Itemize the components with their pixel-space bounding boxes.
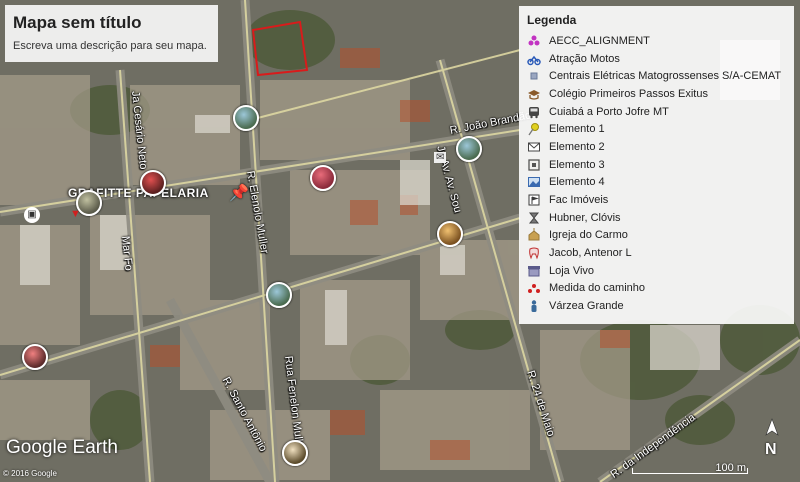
north-arrow[interactable]: N (761, 417, 783, 461)
legend-heading: Legenda (527, 13, 577, 27)
legend-item[interactable]: Hubner, Clóvis (527, 209, 781, 227)
path-dots-icon (527, 281, 541, 295)
motorcycle-icon (527, 52, 541, 66)
tooth-icon[interactable]: ▼ (70, 208, 81, 220)
pushpin-icon (527, 122, 541, 136)
legend-item[interactable]: Fac Imóveis (527, 191, 781, 209)
graduation-icon (527, 87, 541, 101)
legend-item[interactable]: Cuiabá a Porto Jofre MT (527, 103, 781, 121)
person-icon (527, 299, 541, 313)
photo-marker-icon[interactable] (437, 221, 463, 247)
flag-square-icon (527, 193, 541, 207)
picture-icon (527, 175, 541, 189)
scale-bar: 100 m (632, 462, 750, 474)
legend-item-label: Fac Imóveis (549, 194, 609, 207)
legend-item-label: AECC_ALIGNMENT (549, 34, 650, 47)
dots-cluster-icon (527, 34, 541, 48)
google-earth-logo: Google Earth (6, 437, 118, 458)
legend-item-label: Jacob, Antenor L (549, 247, 632, 260)
legend-item-label: Várzea Grande (549, 300, 624, 313)
photo-marker-icon[interactable] (282, 440, 308, 466)
legend-item[interactable]: Elemento 2 (527, 138, 781, 156)
legend-item[interactable]: Medida do caminho (527, 280, 781, 298)
tooth-icon (527, 246, 541, 260)
photo-marker-icon[interactable] (233, 105, 259, 131)
photo-marker-icon[interactable] (310, 165, 336, 191)
square-dot-icon (527, 69, 541, 83)
photo-marker-icon[interactable] (456, 136, 482, 162)
legend-item-label: Elemento 4 (549, 176, 605, 189)
map-title-panel[interactable]: Mapa sem título Escreva uma descrição pa… (5, 5, 218, 62)
legend-item[interactable]: Elemento 1 (527, 120, 781, 138)
legend-item[interactable]: Igreja do Carmo (527, 227, 781, 245)
legend-item-label: Medida do caminho (549, 282, 646, 295)
legend-item[interactable]: Elemento 3 (527, 156, 781, 174)
legend-item-label: Centrais Elétricas Matogrossenses S/A-CE… (549, 70, 782, 83)
legend-item-label: Elemento 3 (549, 158, 605, 171)
legend-item[interactable]: Atração Motos (527, 50, 781, 68)
legend-item[interactable]: Centrais Elétricas Matogrossenses S/A-CE… (527, 67, 781, 85)
legend-item[interactable]: Elemento 4 (527, 174, 781, 192)
envelope-icon[interactable]: ✉ (434, 152, 447, 163)
north-label: N (765, 441, 777, 458)
legend-item[interactable]: AECC_ALIGNMENT (527, 32, 781, 50)
bus-icon (527, 105, 541, 119)
legend-item-label: Igreja do Carmo (549, 229, 628, 242)
legend-item-label: Atração Motos (549, 52, 620, 65)
square-target-icon (527, 158, 541, 172)
legend-item-label: Elemento 1 (549, 123, 605, 136)
map-title[interactable]: Mapa sem título (13, 13, 141, 33)
legend-panel: Legenda AECC_ALIGNMENT Atração Motos Cen… (519, 6, 794, 324)
legend-item-label: Colégio Primeiros Passos Exitus (549, 87, 708, 100)
bus-icon[interactable]: ▣ (24, 207, 40, 223)
shop-icon (527, 264, 541, 278)
legend-item[interactable]: Loja Vivo (527, 262, 781, 280)
map-canvas[interactable]: Ja Cesário Neto R. Elenolo Muller R. Joã… (0, 0, 800, 482)
hourglass-icon (527, 211, 541, 225)
copyright-text: © 2016 Google (3, 469, 57, 478)
legend-item-label: Cuiabá a Porto Jofre MT (549, 105, 669, 118)
scale-line (632, 468, 748, 474)
church-icon (527, 228, 541, 242)
legend-item[interactable]: Colégio Primeiros Passos Exitus (527, 85, 781, 103)
photo-marker-icon[interactable] (266, 282, 292, 308)
north-arrow-icon (765, 418, 779, 436)
envelope-icon (527, 140, 541, 154)
legend-item[interactable]: Várzea Grande (527, 297, 781, 315)
legend-item-label: Hubner, Clóvis (549, 211, 621, 224)
pushpin-icon[interactable]: 📌 (229, 183, 249, 203)
map-description[interactable]: Escreva uma descrição para seu mapa. (13, 40, 207, 52)
legend-item-label: Loja Vivo (549, 264, 595, 277)
photo-marker-icon[interactable] (140, 170, 166, 196)
legend-item[interactable]: Jacob, Antenor L (527, 244, 781, 262)
legend-item-label: Elemento 2 (549, 140, 605, 153)
photo-marker-icon[interactable] (22, 344, 48, 370)
